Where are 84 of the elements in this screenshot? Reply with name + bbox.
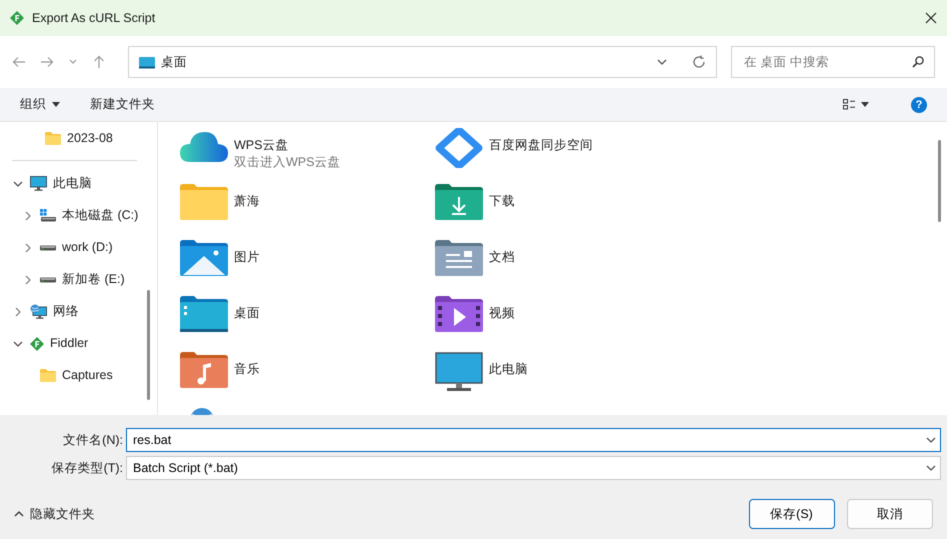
tree-item[interactable]: 本地磁盘 (C:) [0,200,157,232]
help-button[interactable]: ? [911,96,927,112]
desktop-folder-icon [139,56,155,68]
item-label: 下载 [489,193,515,210]
folder-icon [45,132,61,144]
filename-box[interactable]: res.bat [126,428,941,452]
file-type-dropdown[interactable]: Batch Script (*.bat) [131,458,922,478]
folder-icon [40,369,56,382]
address-bar[interactable]: 桌面 [128,46,717,78]
caret-icon [860,102,868,107]
item-label: 百度网盘同步空间 [489,137,593,154]
monitor-icon [435,352,483,392]
address-path: 桌面 [161,54,188,71]
tree-item[interactable]: Captures [0,360,157,392]
filename-field[interactable]: res.bat [131,430,922,450]
file-item[interactable]: 文档 [435,240,690,288]
refresh-icon [692,55,706,69]
close-icon [925,12,937,24]
scrollbar-thumb[interactable] [938,140,941,222]
scrollbar-thumb[interactable] [147,290,150,400]
field-label: 保存类型(T): [50,460,124,477]
item-label: 视频 [489,305,515,322]
drive-icon [40,208,56,222]
item-label: 萧海 [234,193,260,210]
drive-icon [40,276,56,282]
file-item[interactable]: 图片 [180,240,435,288]
folder-icon [180,184,228,220]
refresh-button[interactable] [692,55,706,69]
monitor-icon [30,176,47,191]
new-folder-button[interactable]: 新建文件夹 [90,95,155,114]
back-icon [12,55,26,69]
field-label: 文件名(N): [62,432,124,449]
tree-item[interactable]: work (D:) [0,232,157,264]
item-label: WPS云盘 [234,137,290,154]
organize-menu-button[interactable]: 组织 [20,95,60,114]
file-item[interactable]: 下载 [435,184,690,232]
item-label: 图片 [234,249,260,266]
item-label: 文档 [489,249,515,266]
file-item[interactable]: 音乐 [180,352,435,400]
close-button[interactable] [925,12,937,24]
file-item[interactable]: 视频 [435,296,690,344]
caret-icon [52,102,60,107]
image-folder-icon [180,240,228,276]
tree-item[interactable]: Fiddler [0,328,157,360]
chevron-up-icon [14,511,24,517]
video-folder-icon [435,296,483,332]
search-icon [912,56,924,68]
drive-icon [40,244,56,250]
file-item[interactable]: 此电脑 [435,352,690,400]
app-logo-icon [10,11,24,25]
file-item[interactable]: WPS云盘 双击进入WPS云盘 [180,128,435,176]
music-folder-icon [180,352,228,388]
sync-logo-icon [435,128,483,168]
tree-item[interactable]: 网络 [0,296,157,328]
search-field[interactable]: 在 桌面 中搜索 [742,52,906,72]
item-subtitle: 双击进入WPS云盘 [234,154,340,171]
cancel-button[interactable]: 取消 [847,499,933,529]
download-folder-icon [435,184,483,220]
file-item[interactable]: 桌面 [180,296,435,344]
up-button[interactable] [92,55,106,69]
window-title: Export As cURL Script [32,10,156,27]
up-icon [92,55,106,69]
file-type-select[interactable]: Batch Script (*.bat) [126,456,941,480]
forward-icon [40,55,54,69]
tree-item[interactable]: 2023-08 [0,122,157,154]
view-options-button[interactable] [842,99,868,110]
desktop-folder-icon [180,296,228,332]
document-folder-icon [435,240,483,276]
chevron-down-icon [657,59,668,65]
tree-item[interactable]: 此电脑 [0,168,157,200]
item-label: 此电脑 [489,361,528,378]
file-item[interactable]: 萧海 [180,184,435,232]
search-box[interactable]: 在 桌面 中搜索 [731,46,935,78]
tree-item[interactable]: 新加卷 (E:) [0,264,157,296]
back-button[interactable] [12,55,26,69]
hide-folders-button[interactable]: 隐藏文件夹 [14,504,95,524]
app-logo-icon [30,336,44,350]
forward-button[interactable] [40,55,54,69]
view-icon [842,99,854,110]
item-label: 音乐 [234,361,260,378]
network-icon [30,304,47,319]
item-label: 桌面 [234,305,260,322]
save-button[interactable]: 保存(S) [748,499,834,529]
file-item[interactable]: 百度网盘同步空间 [435,128,690,176]
